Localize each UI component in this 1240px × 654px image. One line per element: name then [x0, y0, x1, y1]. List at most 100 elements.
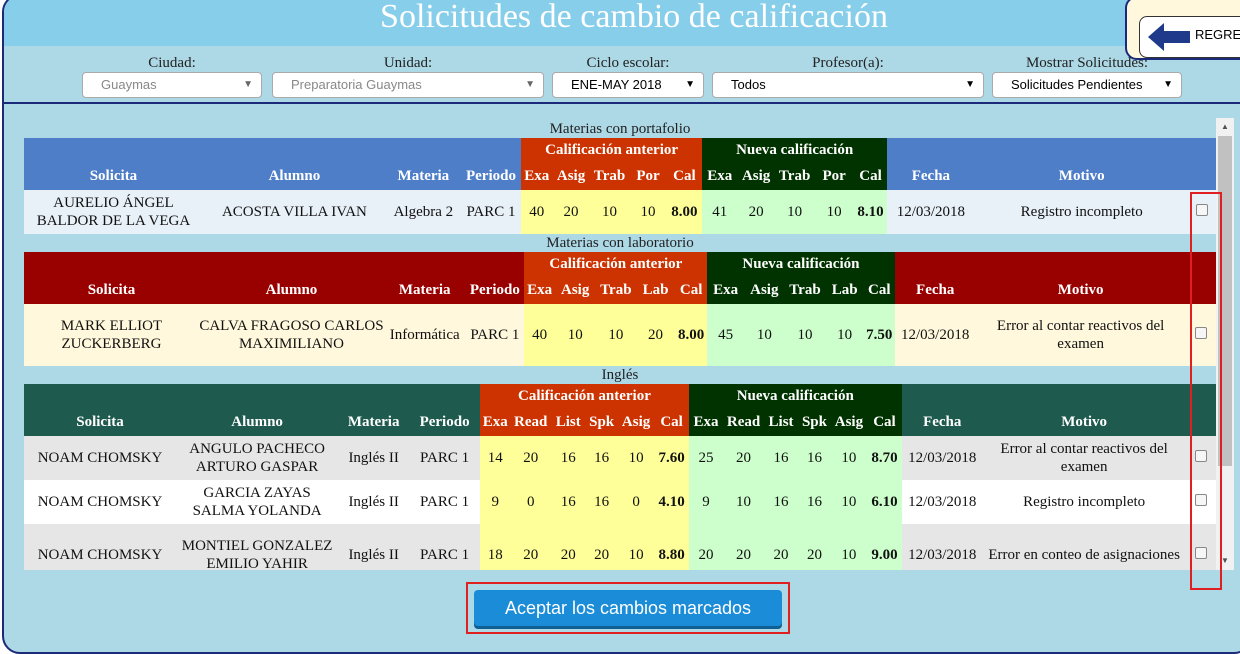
profesor-value: Todos — [731, 77, 766, 92]
col-new-cal: Cal — [863, 276, 895, 304]
col-materia: Materia — [385, 162, 461, 190]
mostrar-select[interactable]: Solicitudes Pendientes ▼ — [992, 72, 1182, 98]
filter-unidad: Unidad: Preparatoria Guaymas ▼ — [272, 54, 544, 98]
col-alumno: Alumno — [198, 276, 385, 304]
col-solicita: Solicita — [24, 162, 203, 190]
table-row: NOAM CHOMSKY ANGULO PACHECO ARTURO GASPA… — [24, 436, 1216, 480]
ingles-column-header: Solicita Alumno Materia Periodo Exa Read… — [24, 408, 1216, 436]
col-prev-exa: Exa — [524, 276, 555, 304]
filter-ciudad: Ciudad: Guaymas ▼ — [82, 54, 262, 98]
laboratorio-caption: Materias con laboratorio — [546, 235, 694, 251]
filter-profesor: Profesor(a): Todos ▼ — [712, 54, 984, 98]
col-prev-list: List — [550, 408, 586, 436]
chevron-down-icon: ▼ — [243, 79, 253, 90]
back-button-label: REGRESAR — [1195, 27, 1240, 42]
chevron-down-icon: ▼ — [965, 79, 975, 90]
table-row: NOAM CHOMSKY MONTIEL GONZALEZ EMILIO YAH… — [24, 524, 1216, 570]
col-new-cal: Cal — [867, 408, 902, 436]
table-row: MARK ELLIOT ZUCKERBERG CALVA FRAGOSO CAR… — [24, 304, 1216, 366]
col-new-trab: Trab — [784, 276, 826, 304]
new-grade-header: Nueva calificación — [707, 252, 895, 276]
scroll-up-arrow-icon[interactable]: ▲ — [1216, 120, 1234, 134]
laboratorio-group-header: Calificación anterior Nueva calificación — [24, 252, 1216, 276]
unidad-value: Preparatoria Guaymas — [291, 77, 422, 92]
col-alumno: Alumno — [176, 408, 339, 436]
col-solicita: Solicita — [24, 276, 199, 304]
col-prev-asig: Asig — [552, 162, 590, 190]
back-button[interactable]: REGRESAR — [1139, 16, 1240, 58]
ciudad-value: Guaymas — [101, 77, 157, 92]
col-new-asig: Asig — [737, 162, 775, 190]
col-prev-exa: Exa — [480, 408, 511, 436]
col-materia: Materia — [338, 408, 410, 436]
prev-grade-header: Calificación anterior — [524, 252, 708, 276]
accept-changes-button[interactable]: Aceptar los cambios marcados — [474, 590, 782, 626]
col-fecha: Fecha — [887, 162, 975, 190]
chevron-down-icon: ▼ — [685, 79, 695, 90]
col-new-exa: Exa — [702, 162, 738, 190]
ciclo-value: ENE-MAY 2018 — [571, 77, 662, 92]
filter-ciclo: Ciclo escolar: ENE-MAY 2018 ▼ — [552, 54, 704, 98]
portafolio-column-header: Solicita Alumno Materia Periodo Exa Asig… — [24, 162, 1216, 190]
new-grade-header: Nueva calificación — [688, 384, 902, 408]
profesor-label: Profesor(a): — [812, 55, 884, 71]
chevron-down-icon: ▼ — [1163, 79, 1173, 90]
col-prev-cal: Cal — [654, 408, 689, 436]
arrow-left-icon — [1148, 23, 1190, 51]
laboratorio-table: Calificación anterior Nueva calificación… — [24, 252, 1216, 366]
ciudad-select[interactable]: Guaymas ▼ — [82, 72, 262, 98]
col-prev-trab: Trab — [595, 276, 637, 304]
col-prev-lab: Lab — [636, 276, 675, 304]
col-new-spk: Spk — [798, 408, 831, 436]
laboratorio-column-header: Solicita Alumno Materia Periodo Exa Asig… — [24, 276, 1216, 304]
col-prev-exa: Exa — [521, 162, 553, 190]
col-new-asig: Asig — [743, 276, 785, 304]
portafolio-table: Calificación anterior Nueva calificación… — [24, 138, 1216, 234]
col-prev-asig: Asig — [554, 276, 596, 304]
col-fecha: Fecha — [894, 276, 976, 304]
col-new-lab: Lab — [825, 276, 864, 304]
col-prev-trab: Trab — [589, 162, 630, 190]
col-motivo: Motivo — [982, 408, 1186, 436]
unidad-select[interactable]: Preparatoria Guaymas ▼ — [272, 72, 544, 98]
checkbox-column-highlight — [1190, 192, 1222, 590]
profesor-select[interactable]: Todos ▼ — [712, 72, 984, 98]
ciudad-label: Ciudad: — [148, 55, 196, 71]
ciclo-label: Ciclo escolar: — [586, 55, 670, 71]
ingles-table: Calificación anterior Nueva calificación… — [24, 384, 1216, 570]
col-materia: Materia — [384, 276, 466, 304]
col-new-exa: Exa — [688, 408, 724, 436]
col-new-read: Read — [723, 408, 764, 436]
col-periodo: Periodo — [460, 162, 522, 190]
col-new-exa: Exa — [707, 276, 744, 304]
col-new-trab: Trab — [774, 162, 815, 190]
col-periodo: Periodo — [465, 276, 525, 304]
col-new-list: List — [763, 408, 799, 436]
requests-scroll-area[interactable]: Materias con portafolio Calificación ant… — [0, 110, 1216, 570]
accept-button-highlight: Aceptar los cambios marcados — [466, 582, 790, 634]
col-periodo: Periodo — [409, 408, 481, 436]
col-prev-asig: Asig — [617, 408, 655, 436]
ciclo-select[interactable]: ENE-MAY 2018 ▼ — [552, 72, 704, 98]
col-solicita: Solicita — [24, 408, 177, 436]
prev-grade-header: Calificación anterior — [480, 384, 689, 408]
col-fecha: Fecha — [901, 408, 983, 436]
col-prev-read: Read — [510, 408, 551, 436]
col-motivo: Motivo — [974, 162, 1189, 190]
col-prev-cal: Cal — [674, 276, 708, 304]
col-motivo: Motivo — [975, 276, 1186, 304]
col-prev-por: Por — [629, 162, 667, 190]
mostrar-value: Solicitudes Pendientes — [1011, 77, 1143, 92]
col-new-cal: Cal — [853, 162, 888, 190]
filter-bar: Ciudad: Guaymas ▼ Unidad: Preparatoria Gu… — [4, 54, 1240, 104]
portafolio-group-header: Calificación anterior Nueva calificación — [24, 138, 1216, 162]
prev-grade-header: Calificación anterior — [521, 138, 703, 162]
portafolio-caption: Materias con portafolio — [549, 121, 691, 137]
mostrar-label: Mostrar Solicitudes: — [1025, 55, 1149, 71]
col-prev-cal: Cal — [666, 162, 703, 190]
table-row: AURELIO ÁNGEL BALDOR DE LA VEGA ACOSTA V… — [24, 190, 1216, 234]
chevron-down-icon: ▼ — [525, 79, 535, 90]
col-new-por: Por — [814, 162, 854, 190]
ingles-group-header: Calificación anterior Nueva calificación — [24, 384, 1216, 408]
filter-mostrar: Mostrar Solicitudes: Solicitudes Pendien… — [992, 54, 1182, 98]
